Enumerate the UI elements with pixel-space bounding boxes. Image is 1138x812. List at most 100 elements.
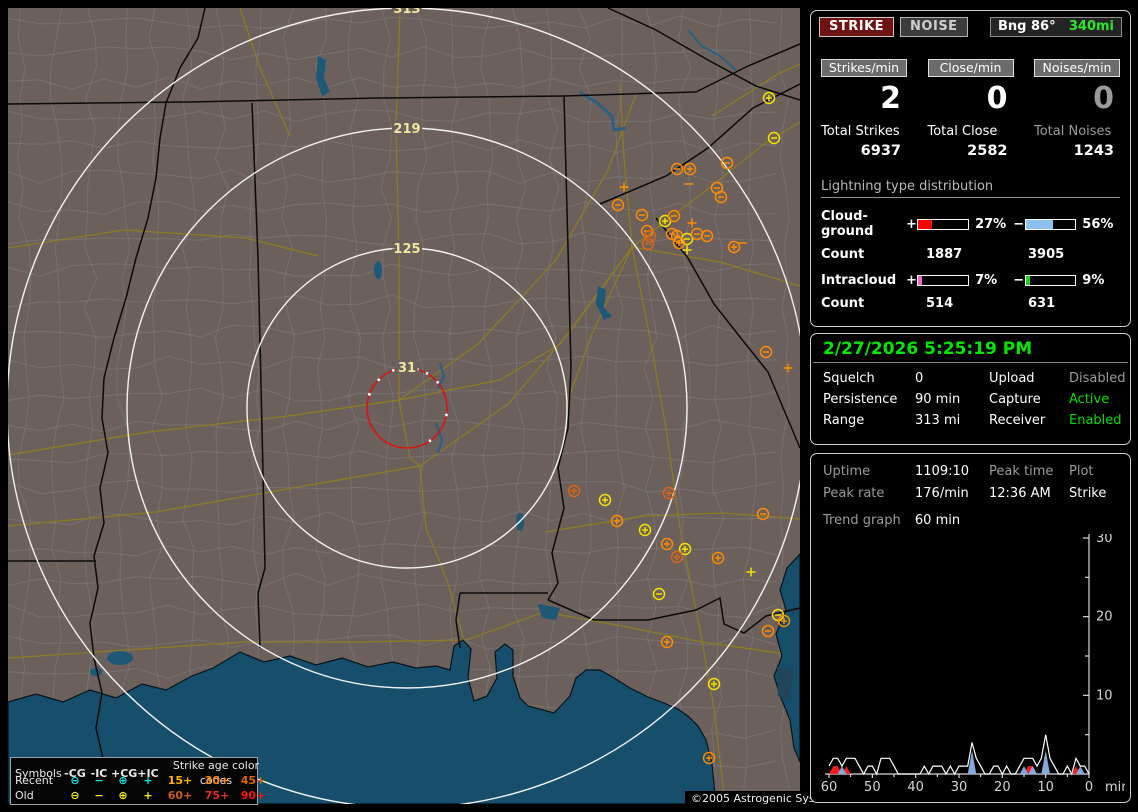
capture-value: Active [1069,392,1110,407]
ic-neg-bar [1024,275,1077,286]
svg-text:20: 20 [994,780,1011,795]
noises-per-min-value: 0 [1093,81,1114,116]
svg-text:20: 20 [1096,610,1113,625]
strikes-per-min-header: Strikes/min [821,59,907,77]
svg-text:10: 10 [1096,688,1113,703]
upload-value: Disabled [1069,371,1126,386]
uptime-label: Uptime [823,464,871,479]
trend-graph-value: 60 min [914,513,961,528]
svg-text:31: 31 [398,361,416,376]
range-label: Range [823,413,865,428]
bearing-value: Bng 86° [998,19,1056,34]
svg-text:0: 0 [1085,780,1093,795]
ic-neg-percent: 9% [1082,273,1105,288]
cg-neg-percent: 56% [1082,216,1114,232]
minus-icon: − [94,774,104,787]
peak-rate-label: Peak rate [823,486,885,501]
close-per-min-header: Close/min [927,59,1014,77]
peak-time-label: Peak time [989,464,1054,479]
plus-sign: + [906,273,917,288]
strike-mode-button[interactable]: STRIKE [819,17,895,37]
noise-mode-button[interactable]: NOISE [900,17,968,37]
ic-pos-bar [917,275,970,286]
legend-recent-label: Recent [15,774,54,787]
svg-text:125: 125 [393,242,420,257]
lightning-map[interactable]: 313 219 125 31 Symbols -CG -IC +CG +IC Stri… [8,8,849,807]
total-close-label: Total Close [927,124,998,139]
age-30-label: 30+ [204,774,230,787]
squelch-value: 0 [915,371,924,386]
svg-text:10: 10 [1037,780,1054,795]
total-noises-label: Total Noises [1034,124,1112,139]
age-60-label: 60+ [167,789,193,802]
circle-plus-icon: ⊕ [118,789,128,802]
trend-panel: Uptime 1109:10 Peak time Plot Peak rate … [810,453,1131,803]
strikes-per-min-value: 2 [880,81,901,116]
ic-neg-count: 631 [1028,296,1056,311]
age-45-label: 45+ [240,774,266,787]
minus-sign: − [1013,273,1025,288]
total-strikes-label: Total Strikes [821,124,900,139]
status-panel: 2/27/2026 5:25:19 PM Squelch 0 Upload Di… [810,333,1131,445]
noises-per-min-header: Noises/min [1034,59,1120,77]
peak-time-value: 12:36 AM [989,486,1051,501]
cg-count-label: Count [821,247,865,262]
cg-neg-bar [1024,218,1077,230]
receiver-label: Receiver [989,413,1046,428]
svg-text:219: 219 [393,122,420,137]
receiver-value: Enabled [1069,413,1122,428]
trend-graph-label: Trend graph [823,513,901,528]
cloud-ground-label: Cloud-ground [821,209,874,239]
svg-text:30: 30 [1096,534,1113,546]
cg-pos-bar [917,218,970,230]
capture-label: Capture [989,392,1041,407]
age-15-label: 15+ [167,774,193,787]
upload-label: Upload [989,371,1035,386]
plus-icon: + [143,774,153,787]
intracloud-label: Intracloud [821,273,897,288]
distance-value: 340mi [1068,19,1114,34]
plot-label: Plot [1069,464,1094,479]
svg-text:313: 313 [393,8,420,17]
symbol-legend: Symbols -CG -IC +CG +IC Strike age color… [10,757,265,805]
peak-rate-value: 176/min [915,486,969,501]
plot-value: Strike [1069,486,1107,501]
persistence-label: Persistence [823,392,898,407]
app-window: 313 219 125 31 Symbols -CG -IC +CG +IC Stri… [0,0,1138,812]
stats-panel: STRIKE NOISE Bng 86° 340mi Strikes/min C… [810,10,1131,327]
squelch-label: Squelch [823,371,875,386]
plus-icon: + [143,789,153,802]
svg-text:40: 40 [907,780,924,795]
datetime-display: 2/27/2026 5:25:19 PM [813,334,1128,363]
bearing-readout: Bng 86° 340mi [990,17,1122,37]
cg-pos-count: 1887 [926,247,963,262]
cg-neg-count: 3905 [1028,247,1065,262]
range-value: 313 mi [915,413,961,428]
age-90-label: 90+ [240,789,266,802]
uptime-value: 1109:10 [915,464,970,479]
trend-graph-chart: 10 20 30 60 50 40 30 20 10 0 min [821,534,1125,795]
circle-minus-icon: ⊖ [70,789,80,802]
persistence-value: 90 min [915,392,961,407]
total-noises-value: 1243 [1073,143,1114,159]
legend-old-label: Old [15,789,34,802]
distribution-title: Lightning type distribution [821,179,1120,198]
svg-text:60: 60 [821,780,838,795]
total-strikes-value: 6937 [860,143,901,159]
minus-icon: − [94,789,104,802]
map-canvas[interactable]: 313 219 125 31 [8,8,800,804]
ic-pos-count: 514 [926,296,954,311]
cg-pos-percent: 27% [975,216,1007,232]
svg-text:min: min [1105,780,1125,795]
circle-plus-icon: ⊕ [118,774,128,787]
minus-sign: − [1013,216,1025,232]
total-close-value: 2582 [967,143,1008,159]
ic-pos-percent: 7% [975,273,998,288]
ic-count-label: Count [821,296,865,311]
circle-minus-icon: ⊖ [70,774,80,787]
close-per-min-value: 0 [986,81,1008,116]
svg-text:50: 50 [864,780,881,795]
plus-sign: + [906,216,917,232]
svg-text:30: 30 [951,780,968,795]
age-75-label: 75+ [204,789,230,802]
